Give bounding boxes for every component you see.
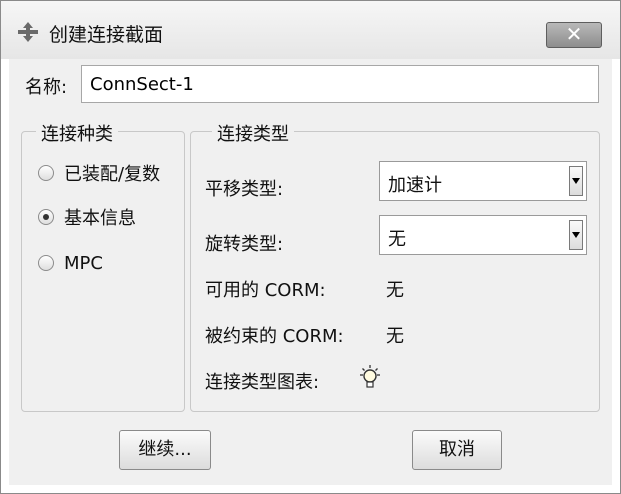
window-title: 创建连接截面 — [49, 24, 164, 46]
cancel-button[interactable]: 取消 — [412, 430, 502, 470]
constrained-corm-label: 被约束的 CORM: — [205, 326, 344, 347]
lightbulb-icon[interactable] — [359, 365, 381, 391]
translational-type-select[interactable]: 加速计 — [379, 161, 587, 201]
connection-category-group: 连接种类 已装配/复数 基本信息 MPC — [21, 120, 185, 412]
connection-type-group: 连接类型 平移类型: 加速计 旋转类型: 无 可用的 CORM: 无 被约束的 … — [190, 120, 600, 412]
available-corm-value: 无 — [386, 280, 404, 301]
title-bar[interactable]: 创建连接截面 ✕ — [1, 1, 620, 59]
radio-mpc[interactable]: MPC — [38, 251, 103, 275]
radio-basic[interactable]: 基本信息 — [38, 205, 136, 229]
rotational-type-select[interactable]: 无 — [379, 215, 587, 255]
translational-type-label: 平移类型: — [205, 179, 284, 200]
connection-type-chart-label: 连接类型图表: — [205, 372, 320, 393]
close-button[interactable]: ✕ — [546, 22, 602, 48]
rotational-type-value: 无 — [388, 229, 406, 250]
chevron-down-icon[interactable] — [569, 220, 583, 250]
dialog-body: 名称: 连接种类 已装配/复数 基本信息 MPC 连接类型 平移类型: 加速计 — [9, 59, 612, 485]
chevron-down-icon[interactable] — [569, 166, 583, 196]
name-label: 名称: — [25, 77, 68, 98]
radio-assembled-complex[interactable]: 已装配/复数 — [38, 161, 160, 185]
radio-label: 已装配/复数 — [64, 164, 161, 185]
radio-button-selected[interactable] — [38, 209, 54, 225]
connector-section-icon — [18, 22, 38, 42]
continue-button[interactable]: 继续... — [119, 430, 211, 470]
create-connector-section-dialog: 创建连接截面 ✕ 名称: 连接种类 已装配/复数 基本信息 MPC 连接类型 平… — [0, 0, 621, 494]
radio-label: 基本信息 — [64, 208, 136, 229]
available-corm-label: 可用的 CORM: — [205, 280, 326, 301]
radio-label: MPC — [64, 252, 103, 274]
constrained-corm-value: 无 — [386, 326, 404, 347]
translational-type-value: 加速计 — [388, 175, 442, 196]
connection-type-title: 连接类型 — [212, 120, 294, 146]
connection-category-title: 连接种类 — [36, 120, 118, 146]
rotational-type-label: 旋转类型: — [205, 234, 284, 255]
name-input[interactable] — [81, 65, 599, 103]
radio-button[interactable] — [38, 165, 54, 181]
radio-button[interactable] — [38, 255, 54, 271]
